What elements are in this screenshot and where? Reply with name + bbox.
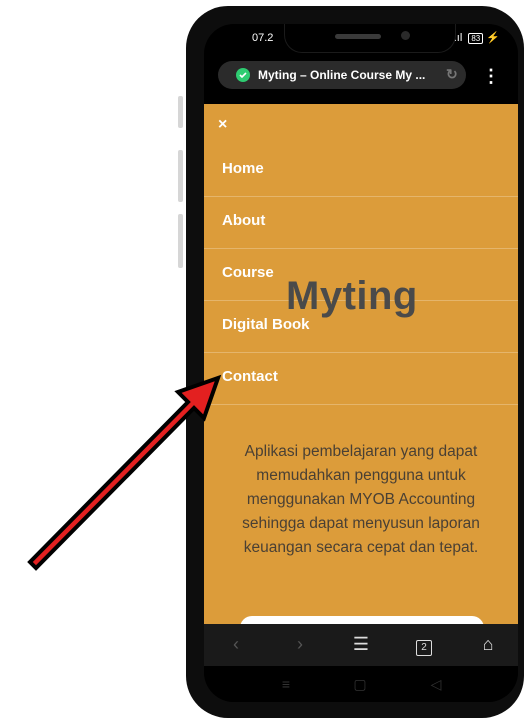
arrow-shape bbox=[27, 374, 222, 571]
red-pointer-arrow bbox=[27, 374, 222, 571]
